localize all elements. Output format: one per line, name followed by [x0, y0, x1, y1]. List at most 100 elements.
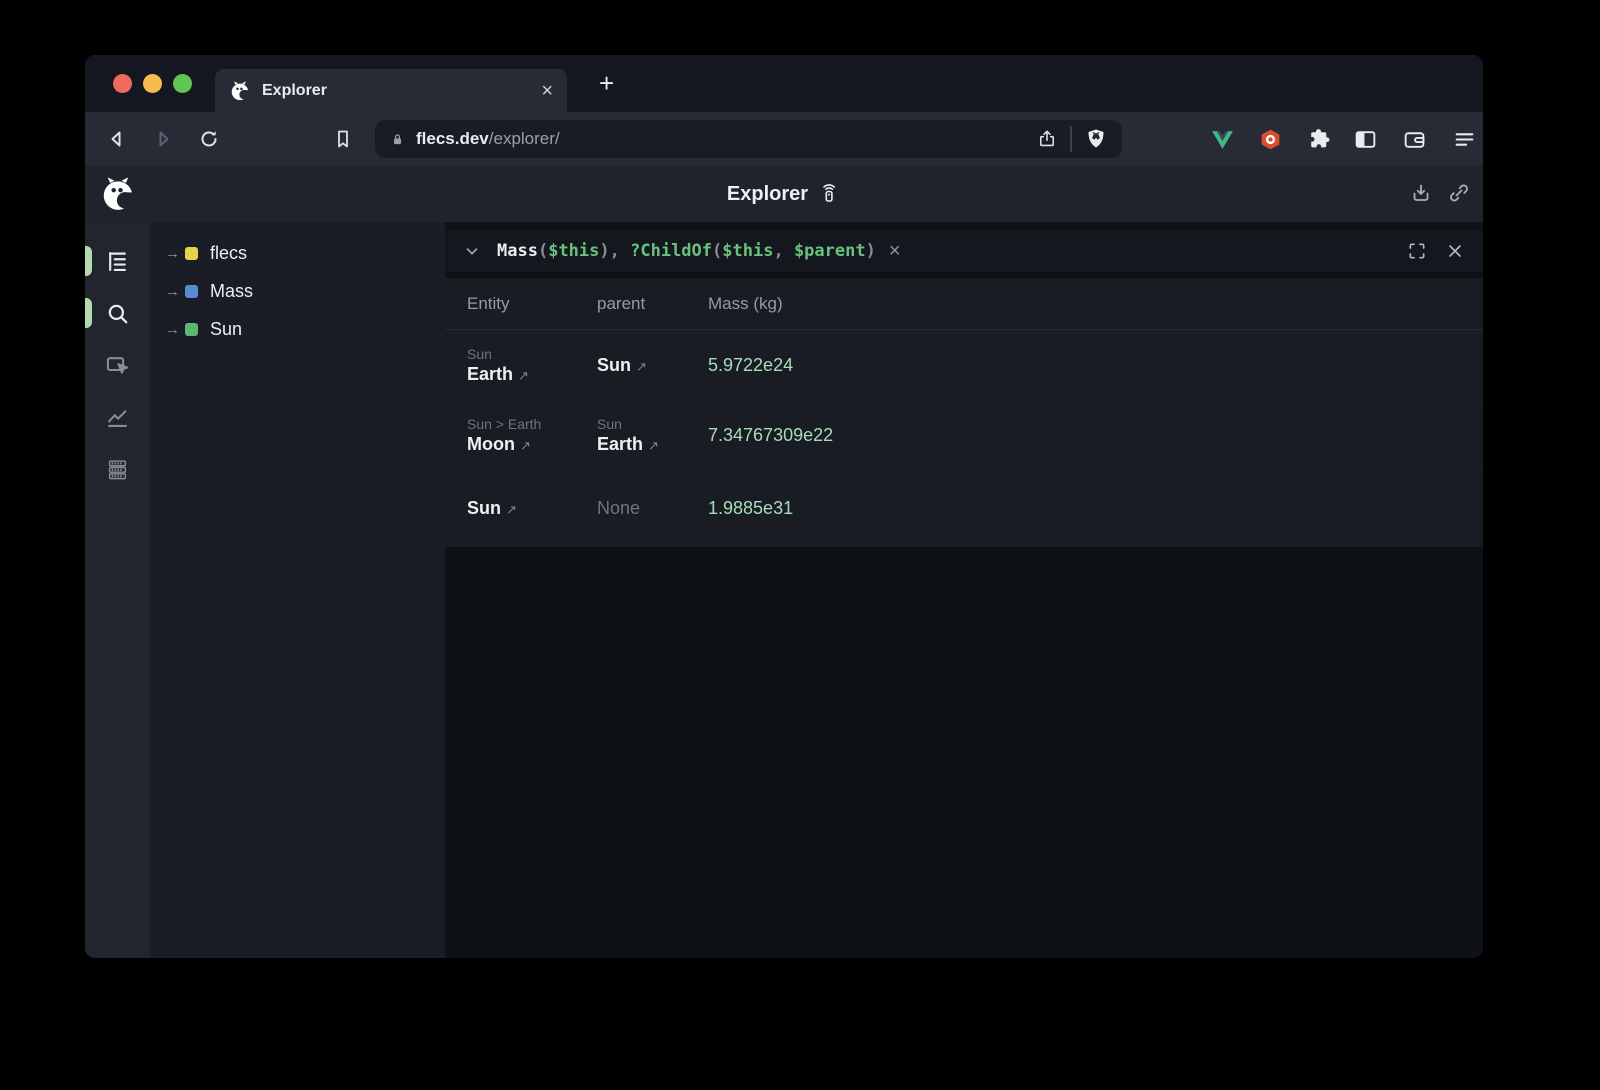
entity-link[interactable]: Sun↗ [467, 498, 597, 519]
page-title: Explorer [727, 183, 808, 206]
query-token: , [610, 241, 630, 261]
mass-value: 7.34767309e22 [708, 425, 833, 445]
table-header: Entity parent Mass (kg) [445, 278, 1483, 330]
mass-value: 1.9885e31 [708, 498, 793, 518]
entity-parent-path: Sun [467, 346, 597, 362]
component-color-swatch [185, 285, 198, 298]
external-link-icon: ↗ [648, 438, 659, 453]
entity-parent-path: Sun > Earth [467, 416, 597, 432]
column-header-entity: Entity [445, 294, 597, 314]
zoom-window-button[interactable] [173, 74, 192, 93]
forward-icon[interactable] [151, 127, 175, 151]
parent-path: Sun [597, 416, 708, 432]
tree-item-sun[interactable]: → Sun [150, 310, 445, 348]
close-window-button[interactable] [113, 74, 132, 93]
query-token: $this [722, 241, 773, 261]
link-icon[interactable] [1447, 181, 1471, 205]
query-panel-active-indicator [85, 298, 92, 328]
menu-icon[interactable] [1452, 127, 1477, 152]
panel-icon-strip [85, 222, 150, 958]
parent-link[interactable]: Sun↗ [597, 355, 708, 376]
tab-title: Explorer [262, 82, 541, 100]
tab-close-icon[interactable]: × [541, 81, 553, 101]
hexagon-extension-icon[interactable] [1258, 127, 1283, 152]
lock-icon [389, 131, 406, 148]
sidebar-item-inspect[interactable] [85, 339, 150, 391]
table-row: Sun Earth↗ Sun↗ 5.9722e24 [445, 330, 1483, 400]
external-link-icon: ↗ [518, 368, 529, 383]
traffic-lights [113, 74, 192, 93]
column-header-parent: parent [597, 294, 708, 314]
download-icon[interactable] [1409, 181, 1433, 205]
content-area: → flecs → Mass → Sun Mass($this), ?Child… [85, 222, 1483, 958]
query-token: ?ChildOf [630, 241, 712, 261]
fullscreen-icon[interactable] [1407, 241, 1427, 261]
divider [1070, 126, 1072, 152]
query-token: , [773, 241, 793, 261]
query-token: $parent [794, 241, 866, 261]
parent-none-value: None [597, 498, 708, 519]
chevron-down-icon[interactable] [463, 242, 481, 260]
tree-item-label: Sun [210, 319, 242, 340]
browser-toolbar: flecs.dev/explorer/ [85, 112, 1483, 166]
browser-tab[interactable]: Explorer × [215, 69, 567, 112]
query-clear-icon[interactable]: × [889, 240, 901, 263]
expand-arrow-icon[interactable]: → [165, 283, 185, 300]
table-row: Sun > Earth Moon↗ Sun Earth↗ 7.34767309e… [445, 400, 1483, 470]
query-bar: Mass($this), ?ChildOf($this, $parent) × [445, 230, 1483, 272]
back-icon[interactable] [105, 127, 129, 151]
parent-link[interactable]: Earth↗ [597, 434, 708, 455]
query-input[interactable]: Mass($this), ?ChildOf($this, $parent) [497, 241, 876, 261]
tree-item-flecs[interactable]: → flecs [150, 234, 445, 272]
search-icon [104, 300, 131, 327]
share-icon[interactable] [1036, 128, 1058, 150]
flecs-favicon [229, 80, 251, 102]
app-header: Explorer [85, 166, 1483, 222]
entity-color-swatch [185, 323, 198, 336]
minimize-window-button[interactable] [143, 74, 162, 93]
sidebar-item-memory[interactable] [85, 443, 150, 495]
sidebar-toggle-icon[interactable] [1353, 127, 1378, 152]
module-color-swatch [185, 247, 198, 260]
query-token: ) [866, 241, 876, 261]
external-link-icon: ↗ [636, 359, 647, 374]
header-actions [1409, 181, 1471, 205]
table-row: Sun↗ None 1.9885e31 [445, 470, 1483, 545]
bookmark-icon[interactable] [331, 127, 355, 151]
query-token: ( [712, 241, 722, 261]
sidebar-item-statistics[interactable] [85, 391, 150, 443]
query-results-table: Entity parent Mass (kg) Sun Earth↗ Sun↗ … [445, 278, 1483, 547]
remote-connection-icon [817, 182, 841, 206]
close-panel-icon[interactable] [1445, 241, 1465, 261]
query-token: Mass [497, 241, 538, 261]
browser-window: Explorer × + flecs.dev/explorer/ [85, 55, 1483, 958]
entity-link[interactable]: Earth↗ [467, 364, 597, 385]
entity-tree-panel: → flecs → Mass → Sun [150, 222, 445, 958]
external-link-icon: ↗ [506, 502, 517, 517]
query-panel: Mass($this), ?ChildOf($this, $parent) × … [445, 222, 1483, 958]
sidebar-item-search[interactable] [85, 287, 150, 339]
url-domain: flecs.dev [416, 129, 489, 148]
vue-devtools-icon[interactable] [1210, 127, 1235, 152]
tree-panel-active-indicator [85, 246, 92, 276]
expand-arrow-icon[interactable]: → [165, 245, 185, 262]
query-token: ( [538, 241, 548, 261]
brave-shield-icon[interactable] [1084, 127, 1108, 151]
inspect-icon [104, 352, 131, 379]
wallet-icon[interactable] [1402, 127, 1427, 152]
reload-icon[interactable] [197, 127, 221, 151]
new-tab-button[interactable]: + [599, 68, 614, 99]
query-token: $this [548, 241, 599, 261]
extensions-puzzle-icon[interactable] [1306, 127, 1331, 152]
stats-chart-icon [104, 404, 131, 431]
memory-rows-icon [104, 456, 131, 483]
sidebar-item-tree[interactable] [85, 235, 150, 287]
url-bar[interactable]: flecs.dev/explorer/ [375, 120, 1122, 158]
tree-item-mass[interactable]: → Mass [150, 272, 445, 310]
expand-arrow-icon[interactable]: → [165, 321, 185, 338]
external-link-icon: ↗ [520, 438, 531, 453]
query-token: ) [599, 241, 609, 261]
tree-item-label: flecs [210, 243, 247, 264]
entity-link[interactable]: Moon↗ [467, 434, 597, 455]
column-header-mass: Mass (kg) [708, 294, 1483, 314]
